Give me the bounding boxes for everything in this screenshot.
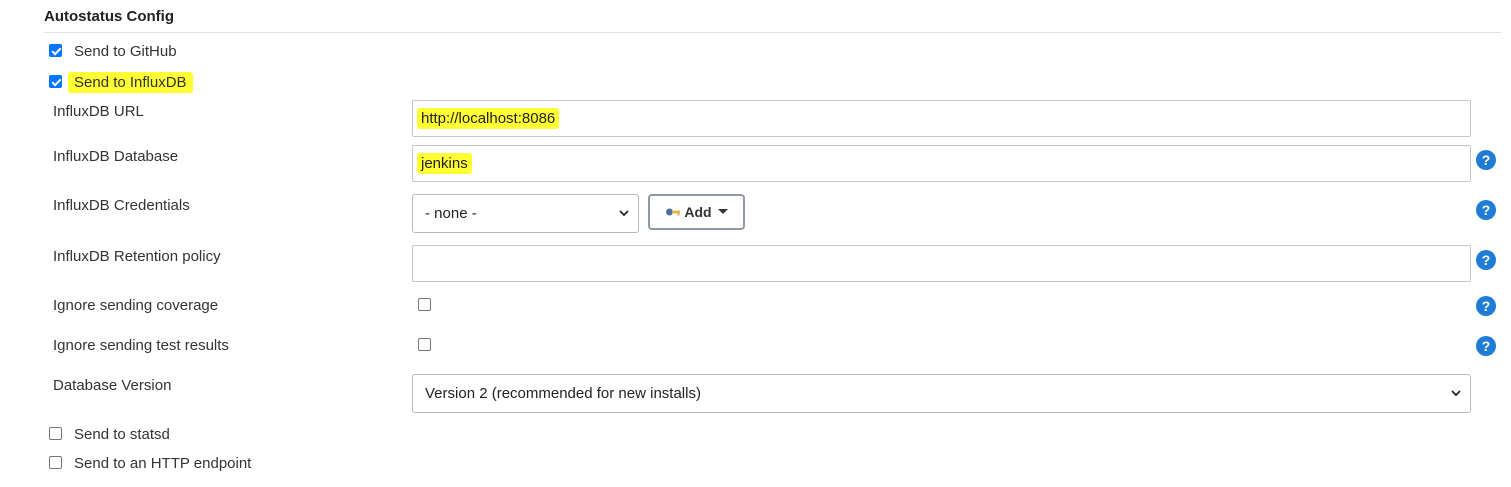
send-to-influxdb-label-text: Send to InfluxDB [68, 72, 193, 93]
add-credentials-button[interactable]: Add [648, 194, 745, 230]
influxdb-database-label: InfluxDB Database [53, 148, 179, 165]
database-version-label: Database Version [53, 377, 172, 394]
key-icon [666, 208, 681, 216]
send-to-http-checkbox[interactable] [49, 456, 62, 469]
influxdb-retention-label: InfluxDB Retention policy [53, 248, 221, 265]
ignore-coverage-help-icon[interactable]: ? [1476, 296, 1496, 316]
send-to-statsd-label[interactable]: Send to statsd [74, 426, 170, 443]
influxdb-credentials-select[interactable]: - none - [412, 194, 639, 233]
influxdb-database-value: jenkins [417, 153, 472, 174]
send-to-github-label[interactable]: Send to GitHub [74, 43, 177, 60]
send-to-github-checkbox[interactable] [49, 44, 62, 57]
send-to-http-label[interactable]: Send to an HTTP endpoint [74, 455, 251, 472]
ignore-coverage-label: Ignore sending coverage [53, 297, 219, 314]
influxdb-credentials-label: InfluxDB Credentials [53, 197, 190, 214]
add-credentials-label: Add [684, 204, 712, 220]
ignore-tests-help-icon[interactable]: ? [1476, 336, 1496, 356]
section-title: Autostatus Config [44, 8, 174, 25]
section-divider [44, 32, 1501, 33]
send-to-statsd-checkbox[interactable] [49, 427, 62, 440]
chevron-down-icon [619, 210, 629, 217]
chevron-down-icon [1451, 390, 1461, 397]
ignore-coverage-checkbox[interactable] [418, 298, 431, 311]
influxdb-credentials-selected: - none - [425, 205, 477, 222]
influxdb-retention-help-icon[interactable]: ? [1476, 250, 1496, 270]
influxdb-url-input[interactable]: http://localhost:8086 [412, 100, 1471, 137]
influxdb-url-label: InfluxDB URL [53, 103, 144, 120]
send-to-influxdb-checkbox[interactable] [49, 75, 62, 88]
database-version-selected: Version 2 (recommended for new installs) [425, 385, 701, 402]
influxdb-database-help-icon[interactable]: ? [1476, 150, 1496, 170]
influxdb-retention-input[interactable] [412, 245, 1471, 282]
ignore-tests-checkbox[interactable] [418, 338, 431, 351]
influxdb-database-input[interactable]: jenkins [412, 145, 1471, 182]
ignore-tests-label: Ignore sending test results [53, 337, 229, 354]
caret-down-icon [717, 209, 728, 214]
database-version-select[interactable]: Version 2 (recommended for new installs) [412, 374, 1471, 413]
influxdb-url-value: http://localhost:8086 [417, 108, 560, 129]
influxdb-credentials-help-icon[interactable]: ? [1476, 200, 1496, 220]
send-to-influxdb-label[interactable]: Send to InfluxDB [68, 72, 193, 93]
